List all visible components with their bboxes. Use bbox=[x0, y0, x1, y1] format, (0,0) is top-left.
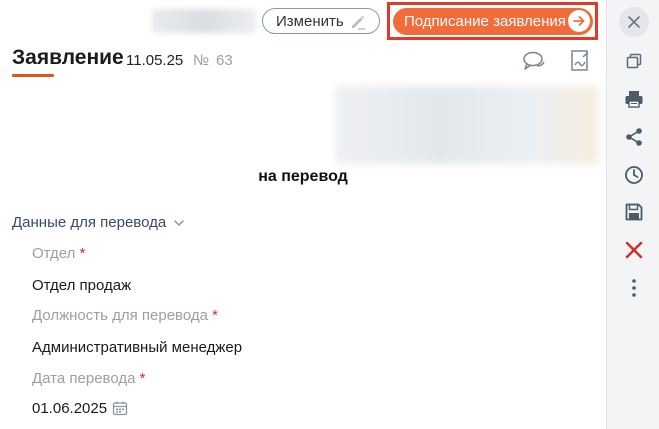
actions-sidebar bbox=[606, 0, 659, 429]
document-panel: Изменить Подписание заявления Заявление … bbox=[0, 0, 606, 429]
field-label-position: Должность для перевода * bbox=[32, 307, 218, 324]
required-mark: * bbox=[139, 370, 146, 387]
close-button[interactable] bbox=[607, 6, 659, 38]
field-label-transfer-date: Дата перевода * bbox=[32, 370, 146, 387]
history-button[interactable] bbox=[607, 159, 659, 191]
edit-button-label: Изменить bbox=[276, 12, 344, 30]
close-icon bbox=[618, 7, 649, 37]
organization-header-redacted bbox=[335, 86, 598, 164]
chevron-down-icon bbox=[174, 219, 184, 226]
save-icon bbox=[625, 203, 642, 221]
arrow-right-icon bbox=[568, 10, 590, 32]
user-name-redacted bbox=[152, 9, 256, 33]
copy-button[interactable] bbox=[607, 45, 659, 77]
delete-icon bbox=[625, 241, 642, 259]
document-title: Заявление bbox=[12, 46, 124, 69]
document-number: 63 bbox=[216, 52, 233, 69]
delete-button[interactable] bbox=[607, 234, 659, 266]
title-underline bbox=[12, 74, 54, 77]
print-icon bbox=[625, 91, 642, 108]
history-icon bbox=[624, 166, 643, 184]
calendar-icon[interactable] bbox=[112, 400, 128, 416]
required-mark: * bbox=[79, 245, 86, 262]
edit-button[interactable]: Изменить bbox=[262, 8, 380, 34]
field-label-department: Отдел * bbox=[32, 245, 86, 262]
document-number-sign: № bbox=[193, 52, 210, 69]
pencil-icon bbox=[352, 15, 365, 30]
field-value-position[interactable]: Административный менеджер bbox=[32, 339, 242, 356]
more-button[interactable] bbox=[607, 272, 659, 304]
section-title: Данные для перевода bbox=[12, 214, 167, 231]
required-mark: * bbox=[212, 307, 218, 324]
save-button[interactable] bbox=[607, 196, 659, 228]
sign-button-label: Подписание заявления bbox=[404, 13, 566, 30]
field-value-transfer-date[interactable]: 01.06.2025 bbox=[32, 400, 107, 417]
copy-icon bbox=[626, 53, 641, 69]
sign-application-button[interactable]: Подписание заявления bbox=[393, 8, 593, 35]
document-date: 11.05.25 bbox=[126, 52, 184, 69]
section-transfer-data-toggle[interactable]: Данные для перевода bbox=[12, 214, 186, 231]
field-value-department[interactable]: Отдел продаж bbox=[32, 277, 131, 294]
comments-icon[interactable] bbox=[521, 48, 547, 74]
sign-document-icon[interactable] bbox=[567, 48, 593, 74]
share-button[interactable] bbox=[607, 121, 659, 153]
print-button[interactable] bbox=[607, 83, 659, 115]
more-icon bbox=[631, 279, 636, 297]
document-subject: на перевод bbox=[258, 168, 348, 185]
share-icon bbox=[625, 128, 642, 146]
